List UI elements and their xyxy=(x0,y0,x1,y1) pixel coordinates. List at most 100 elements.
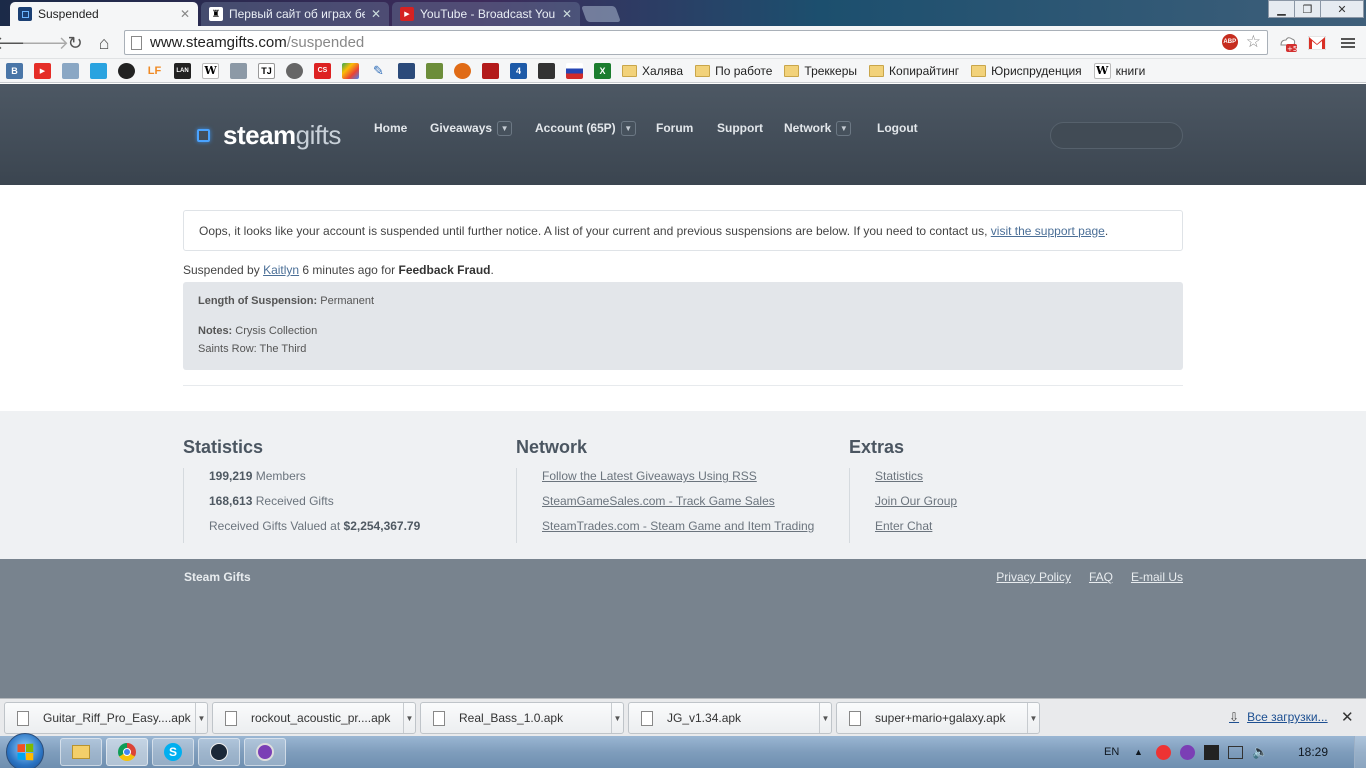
x-bookmark-icon[interactable]: X xyxy=(594,62,611,79)
chevron-down-icon[interactable]: ▼ xyxy=(620,120,636,136)
maximize-button[interactable]: ❐ xyxy=(1294,0,1321,18)
window-close-button[interactable]: ✕ xyxy=(1320,0,1364,18)
tj-bookmark-icon[interactable]: TJ xyxy=(258,62,275,79)
bookmark-folder-halyava[interactable]: Халява xyxy=(622,64,683,78)
bookmark-folder-law[interactable]: Юриспруденция xyxy=(971,64,1082,78)
steamtrades-link[interactable]: SteamTrades.com - Steam Game and Item Tr… xyxy=(542,519,814,533)
explorer-taskbar-icon[interactable] xyxy=(60,738,102,766)
email-us-link[interactable]: E-mail Us xyxy=(1131,570,1183,584)
nav-network[interactable]: Network ▼ xyxy=(784,120,852,136)
volume-icon[interactable]: 🔈 xyxy=(1252,744,1268,760)
language-indicator[interactable]: EN xyxy=(1104,736,1119,768)
bird-bookmark-icon[interactable] xyxy=(90,62,107,79)
bookmark-folder-work[interactable]: По работе xyxy=(695,64,772,78)
support-page-link[interactable]: visit the support page xyxy=(991,224,1105,238)
steamgifts-logo[interactable]: steamgifts xyxy=(197,120,341,151)
play-store-bookmark-icon[interactable] xyxy=(342,62,359,79)
app-taskbar-icon[interactable] xyxy=(244,738,286,766)
rss-link[interactable]: Follow the Latest Giveaways Using RSS xyxy=(542,469,757,483)
chevron-down-icon[interactable]: ▼ xyxy=(611,703,623,733)
chevron-down-icon[interactable]: ▼ xyxy=(195,703,207,733)
moderator-link[interactable]: Kaitlyn xyxy=(263,263,299,277)
network-tray-icon[interactable] xyxy=(1228,745,1243,759)
reload-icon[interactable]: ↻ xyxy=(64,32,86,54)
clock[interactable]: 18:29 xyxy=(1298,736,1328,768)
pen-bookmark-icon[interactable]: ✎ xyxy=(370,63,387,79)
bookmark-folder-copywriting[interactable]: Копирайтинг xyxy=(869,64,959,78)
cloud-extension-icon[interactable]: +5 xyxy=(1276,32,1298,54)
hazard-bookmark-icon[interactable] xyxy=(454,62,471,79)
file-icon xyxy=(225,710,237,726)
nav-account[interactable]: Account (65P) ▼ xyxy=(535,120,636,136)
steam-taskbar-icon[interactable] xyxy=(198,738,240,766)
search-input[interactable] xyxy=(1050,122,1183,149)
steamgamesales-link[interactable]: SteamGameSales.com - Track Game Sales xyxy=(542,494,775,508)
nav-forum[interactable]: Forum xyxy=(656,121,693,135)
tab-close-icon[interactable]: ✕ xyxy=(180,7,190,21)
app-tray-icon[interactable] xyxy=(1180,744,1195,760)
download-item[interactable]: Real_Bass_1.0.apk ▼ xyxy=(420,702,624,734)
chevron-down-icon[interactable]: ▼ xyxy=(497,120,513,136)
monitor-bookmark-icon[interactable] xyxy=(398,62,415,79)
lf-bookmark-icon[interactable]: LF xyxy=(146,63,163,79)
lan-bookmark-icon[interactable]: LAN xyxy=(174,62,191,79)
site-bookmark-icon[interactable] xyxy=(230,62,247,79)
youtube-bookmark-icon[interactable]: ▶ xyxy=(34,62,51,79)
bookmark-wiki-books[interactable]: Wкниги xyxy=(1093,62,1145,79)
download-item[interactable]: rockout_acoustic_pr....apk ▼ xyxy=(212,702,416,734)
suspension-details: Length of Suspension: Permanent Notes: C… xyxy=(183,282,1183,370)
statistics-link[interactable]: Statistics xyxy=(875,469,923,483)
tab-youtube[interactable]: ▶ YouTube - Broadcast Yours ✕ xyxy=(392,2,580,26)
russia-flag-icon[interactable] xyxy=(566,62,583,79)
nav-giveaways[interactable]: Giveaways ▼ xyxy=(430,120,513,136)
tab-games-site[interactable]: ♜ Первый сайт об играх без ✕ xyxy=(201,2,389,26)
bookmark-star-icon[interactable]: ☆ xyxy=(1246,33,1261,50)
dark-bookmark-icon[interactable] xyxy=(538,62,555,79)
join-group-link[interactable]: Join Our Group xyxy=(875,494,957,508)
home-icon[interactable]: ⌂ xyxy=(93,32,115,54)
tab-close-icon[interactable]: ✕ xyxy=(562,7,572,21)
chart-bookmark-icon[interactable] xyxy=(426,62,443,79)
nav-logout[interactable]: Logout xyxy=(877,121,918,135)
enter-chat-link[interactable]: Enter Chat xyxy=(875,519,932,533)
four-bookmark-icon[interactable]: 4 xyxy=(510,62,527,79)
bookmark-folder-trackers[interactable]: Треккеры xyxy=(784,64,857,78)
red-bookmark-icon[interactable] xyxy=(482,62,499,79)
wikipedia-bookmark-icon[interactable]: W xyxy=(202,62,219,79)
chevron-down-icon[interactable]: ▼ xyxy=(819,703,831,733)
minimize-button[interactable]: ▁ xyxy=(1268,0,1295,18)
forward-arrow-icon[interactable]: 🡒 xyxy=(21,32,69,54)
tab-suspended[interactable]: Suspended ✕ xyxy=(10,2,198,26)
skype-taskbar-icon[interactable]: S xyxy=(152,738,194,766)
chevron-down-icon[interactable]: ▼ xyxy=(836,120,852,136)
chrome-menu-icon[interactable] xyxy=(1337,32,1359,54)
new-tab-button[interactable] xyxy=(581,6,621,22)
chevron-down-icon[interactable]: ▼ xyxy=(403,703,415,733)
download-item[interactable]: super+mario+galaxy.apk ▼ xyxy=(836,702,1040,734)
chevron-down-icon[interactable]: ▼ xyxy=(1027,703,1039,733)
adblock-icon[interactable]: ABP xyxy=(1221,34,1238,50)
antivirus-tray-icon[interactable] xyxy=(1156,744,1171,760)
ball-bookmark-icon[interactable] xyxy=(286,62,303,79)
footer-heading: Network xyxy=(516,437,588,457)
download-item[interactable]: Guitar_Riff_Pro_Easy....apk ▼ xyxy=(4,702,208,734)
privacy-policy-link[interactable]: Privacy Policy xyxy=(996,570,1071,584)
game-bookmark-icon[interactable] xyxy=(118,62,135,79)
faq-link[interactable]: FAQ xyxy=(1089,570,1113,584)
tab-close-icon[interactable]: ✕ xyxy=(371,7,381,21)
nav-support[interactable]: Support xyxy=(717,121,763,135)
gmail-icon[interactable] xyxy=(1306,32,1328,54)
all-downloads-link[interactable]: ⇩ Все загрузки... xyxy=(1229,710,1328,724)
media-tray-icon[interactable] xyxy=(1204,744,1219,760)
cs-bookmark-icon[interactable]: CS xyxy=(314,62,331,79)
nav-home[interactable]: Home xyxy=(374,121,407,135)
address-bar[interactable]: www.steamgifts.com/suspended ABP ☆ xyxy=(124,30,1268,55)
download-item[interactable]: JG_v1.34.apk ▼ xyxy=(628,702,832,734)
chrome-taskbar-icon[interactable] xyxy=(106,738,148,766)
show-desktop-button[interactable] xyxy=(1354,736,1366,768)
mail-bookmark-icon[interactable] xyxy=(62,62,79,79)
close-icon[interactable]: ✕ xyxy=(1341,708,1354,726)
tray-expand-icon[interactable]: ▲ xyxy=(1134,736,1143,768)
vk-bookmark-icon[interactable]: В xyxy=(6,62,23,79)
start-button[interactable] xyxy=(6,733,44,768)
